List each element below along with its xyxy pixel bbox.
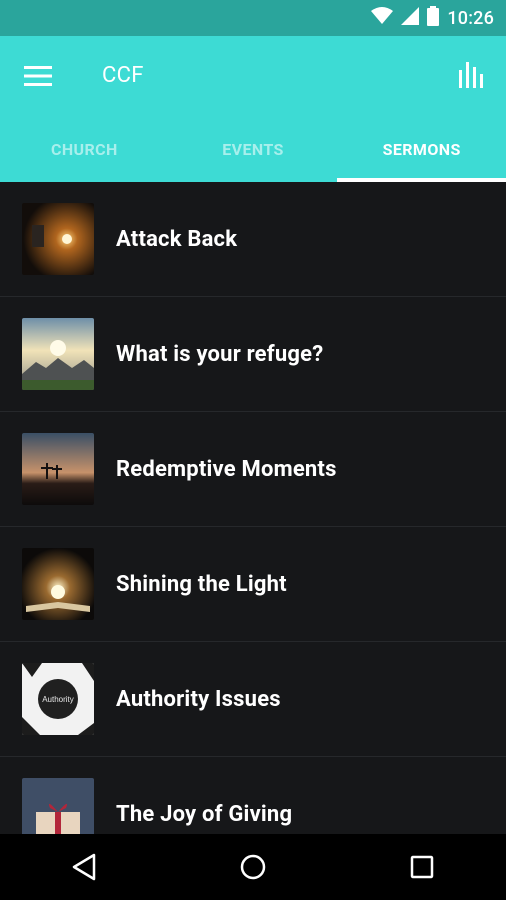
sermon-title: Authority Issues: [116, 686, 281, 712]
tab-bar: CHURCH EVENTS SERMONS: [0, 116, 506, 182]
sermon-thumbnail: [22, 778, 94, 834]
list-item[interactable]: Shining the Light: [0, 527, 506, 642]
hamburger-menu-icon[interactable]: [20, 58, 56, 94]
sermon-title: Redemptive Moments: [116, 456, 337, 482]
clock: 10:26: [447, 7, 494, 29]
app-bar: CCF: [0, 36, 506, 116]
tab-events[interactable]: EVENTS: [169, 116, 338, 182]
sermon-title: The Joy of Giving: [116, 801, 293, 827]
home-icon[interactable]: [223, 837, 283, 897]
battery-icon: [427, 6, 440, 30]
sermon-thumbnail: [22, 433, 94, 505]
thumbnail-text: Authority: [42, 695, 74, 704]
list-item[interactable]: Authority Authority Issues: [0, 642, 506, 757]
status-bar: 10:26: [0, 0, 506, 36]
signal-icon: [401, 7, 420, 29]
list-item[interactable]: Attack Back: [0, 182, 506, 297]
list-item[interactable]: Redemptive Moments: [0, 412, 506, 527]
list-item[interactable]: What is your refuge?: [0, 297, 506, 412]
wifi-icon: [371, 7, 394, 29]
sermon-title: What is your refuge?: [116, 341, 324, 367]
sermon-thumbnail: [22, 203, 94, 275]
sermon-title: Shining the Light: [116, 571, 287, 597]
bar-chart-icon[interactable]: [454, 56, 490, 92]
list-item[interactable]: The Joy of Giving: [0, 757, 506, 834]
back-icon[interactable]: [54, 837, 114, 897]
app-title: CCF: [102, 63, 144, 88]
sermon-thumbnail: [22, 318, 94, 390]
sermon-thumbnail: [22, 548, 94, 620]
tab-church[interactable]: CHURCH: [0, 116, 169, 182]
tab-sermons[interactable]: SERMONS: [337, 116, 506, 182]
sermon-list: Attack Back What is your refuge? Redempt…: [0, 182, 506, 834]
sermon-title: Attack Back: [116, 226, 238, 252]
system-nav-bar: [0, 834, 506, 900]
sermon-thumbnail: Authority: [22, 663, 94, 735]
recents-icon[interactable]: [392, 837, 452, 897]
